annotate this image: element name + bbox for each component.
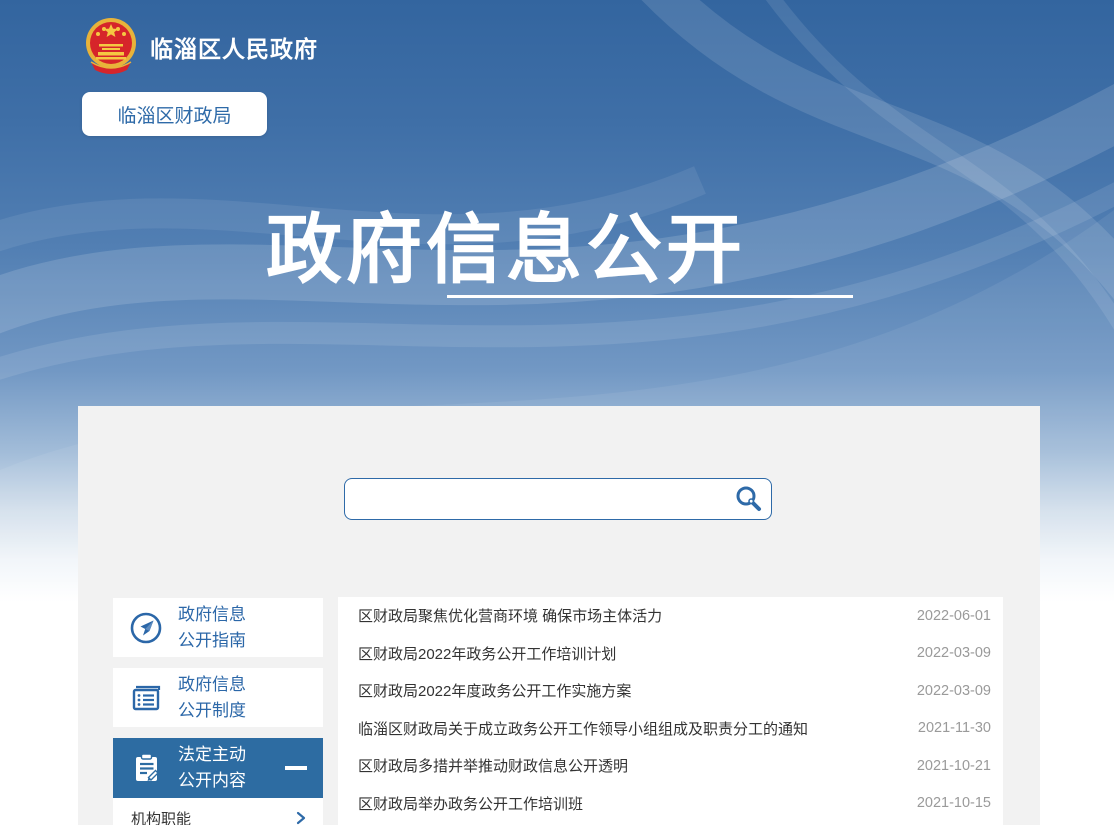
sidebar-item-label: 政府信息 公开制度 bbox=[178, 672, 246, 724]
article-row[interactable]: 区财政局多措并举推动财政信息公开透明 2021-10-21 bbox=[338, 747, 1003, 785]
sidebar-item-label: 法定主动 公开内容 bbox=[178, 742, 246, 794]
article-date: 2021-11-30 bbox=[918, 720, 991, 736]
article-date: 2021-10-15 bbox=[917, 795, 991, 811]
article-title-link[interactable]: 区财政局多措并举推动财政信息公开透明 bbox=[358, 755, 628, 776]
page: 临淄区人民政府 临淄区财政局 政府信息公开 bbox=[0, 0, 1114, 825]
collapse-minus-icon[interactable] bbox=[285, 766, 307, 770]
sidebar-item-guide[interactable]: 政府信息 公开指南 bbox=[113, 598, 323, 657]
article-list: 区财政局聚焦优化营商环境 确保市场主体活力 2022-06-01 区财政局202… bbox=[338, 597, 1003, 825]
article-row[interactable]: 区财政局举办政务公开工作培训班 2021-10-15 bbox=[338, 785, 1003, 823]
chevron-right-icon bbox=[293, 809, 309, 825]
title-underline bbox=[447, 295, 853, 298]
page-title: 政府信息公开 bbox=[0, 188, 1012, 298]
sidebar-item-statutory-disclosure[interactable]: 法定主动 公开内容 bbox=[113, 738, 323, 798]
article-title-link[interactable]: 区财政局2022年政务公开工作培训计划 bbox=[358, 643, 616, 664]
sidebar-item-system[interactable]: 政府信息 公开制度 bbox=[113, 668, 323, 727]
article-title-link[interactable]: 区财政局举办政务公开工作培训班 bbox=[358, 793, 583, 814]
article-date: 2021-10-21 bbox=[917, 758, 991, 774]
sidebar-subitem-org-functions[interactable]: 机构职能 bbox=[113, 798, 323, 825]
clipboard-pen-icon bbox=[128, 750, 164, 786]
article-title-link[interactable]: 区财政局2022年度政务公开工作实施方案 bbox=[358, 680, 631, 701]
compass-icon bbox=[128, 610, 164, 646]
article-row[interactable]: 区财政局聚焦优化营商环境 确保市场主体活力 2022-06-01 bbox=[338, 597, 1003, 635]
ledger-icon bbox=[128, 680, 164, 716]
article-date: 2022-03-09 bbox=[917, 645, 991, 661]
article-date: 2022-03-09 bbox=[917, 683, 991, 699]
site-name: 临淄区人民政府 bbox=[150, 30, 318, 64]
content-panel: 政府信息 公开指南 bbox=[78, 406, 1040, 825]
article-date: 2022-06-01 bbox=[917, 608, 991, 624]
search-button[interactable] bbox=[733, 484, 771, 514]
article-row[interactable]: 临淄区财政局关于成立政务公开工作领导小组组成及职责分工的通知 2021-11-3… bbox=[338, 710, 1003, 748]
article-title-link[interactable]: 区财政局聚焦优化营商环境 确保市场主体活力 bbox=[358, 605, 662, 626]
search-box bbox=[344, 478, 772, 520]
article-row[interactable]: 区财政局2022年政务公开工作培训计划 2022-03-09 bbox=[338, 635, 1003, 673]
sidebar-item-label: 政府信息 公开指南 bbox=[178, 602, 246, 654]
subitem-label: 机构职能 bbox=[131, 808, 191, 825]
search-input[interactable] bbox=[345, 479, 733, 519]
article-row[interactable]: 区财政局2022年度政务公开工作实施方案 2022-03-09 bbox=[338, 672, 1003, 710]
national-emblem-icon bbox=[84, 16, 138, 78]
department-tab[interactable]: 临淄区财政局 bbox=[82, 92, 267, 136]
sidebar: 政府信息 公开指南 bbox=[113, 598, 323, 825]
article-title-link[interactable]: 临淄区财政局关于成立政务公开工作领导小组组成及职责分工的通知 bbox=[358, 718, 808, 739]
search-icon bbox=[733, 484, 763, 514]
site-logo[interactable]: 临淄区人民政府 bbox=[84, 16, 318, 78]
